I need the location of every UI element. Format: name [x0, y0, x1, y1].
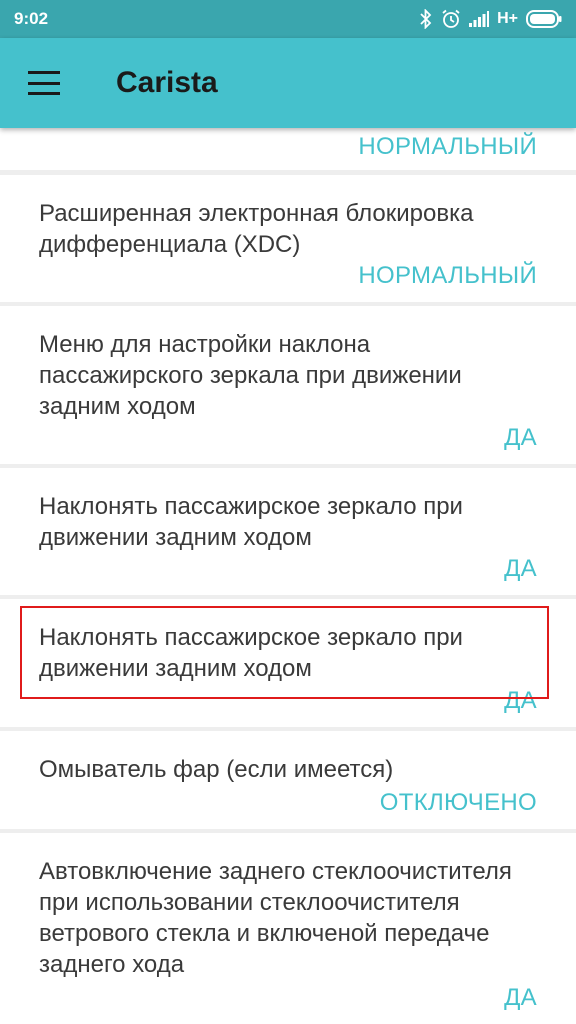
alarm-icon [441, 9, 461, 29]
setting-item[interactable]: Автовключение заднего стеклоочистителя п… [0, 833, 576, 1024]
setting-value: ОТКЛЮЧЕНО [379, 789, 537, 816]
setting-title: Расширенная электронная блокировка диффе… [39, 200, 474, 258]
settings-list[interactable]: НОРМАЛЬНЫЙ Расширенная электронная блоки… [0, 128, 576, 1024]
setting-title: Наклонять пассажирское зеркало при движе… [39, 493, 463, 551]
setting-title: Меню для настройки наклона пассажирского… [39, 331, 462, 420]
setting-value: НОРМАЛЬНЫЙ [358, 262, 537, 289]
setting-item[interactable]: НОРМАЛЬНЫЙ [0, 128, 576, 170]
setting-item[interactable]: Расширенная электронная блокировка диффе… [0, 175, 576, 302]
setting-item[interactable]: Меню для настройки наклона пассажирского… [0, 306, 576, 464]
bluetooth-icon [419, 9, 433, 29]
app-bar: Carista [0, 38, 576, 128]
setting-value: ДА [504, 424, 537, 451]
status-time: 9:02 [14, 9, 49, 28]
setting-title: Омыватель фар (если имеется) [39, 756, 394, 783]
status-bar: 9:02 H+ [0, 0, 576, 38]
status-icons: H+ [419, 9, 562, 29]
setting-item-highlighted[interactable]: Омыватель фар (если имеется) ОТКЛЮЧЕНО [0, 731, 576, 829]
setting-value: ДА [504, 555, 537, 582]
setting-item[interactable]: Наклонять пассажирское зеркало при движе… [0, 468, 576, 595]
signal-icon [469, 11, 490, 27]
setting-value: ДА [504, 687, 537, 714]
setting-value: НОРМАЛЬНЫЙ [358, 133, 537, 160]
network-type: H+ [497, 10, 518, 27]
setting-title: Автовключение заднего стеклоочистителя п… [39, 858, 512, 978]
battery-icon [526, 10, 562, 28]
hamburger-menu-icon[interactable] [28, 71, 60, 95]
setting-item[interactable]: Наклонять пассажирское зеркало при движе… [0, 599, 576, 727]
setting-title: Наклонять пассажирское зеркало при движе… [39, 624, 463, 682]
app-title: Carista [116, 66, 218, 99]
setting-value: ДА [504, 984, 537, 1011]
